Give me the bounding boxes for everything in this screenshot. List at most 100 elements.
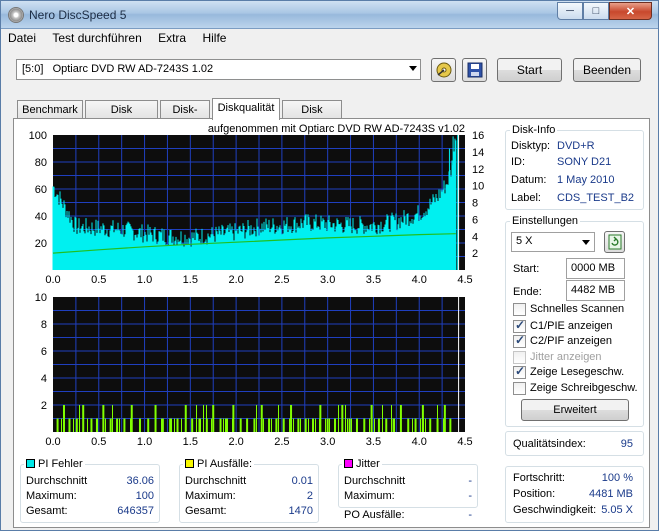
y2-tick-label: 2 [472, 248, 478, 260]
jitter-max-value: - [468, 490, 472, 502]
pi-failure-bar [282, 418, 285, 432]
checkbox-box [513, 364, 526, 379]
pi-failure-bar [75, 418, 78, 432]
y-tick-label: 40 [35, 211, 47, 223]
pi-failure-bar [312, 418, 315, 432]
advanced-button[interactable]: Erweitert [521, 399, 629, 421]
drive-info-button[interactable] [431, 58, 456, 82]
pi-failure-bar [443, 418, 444, 432]
disk-info-title: Disk-Info [510, 124, 558, 136]
speed-select[interactable]: 5 X [511, 232, 595, 252]
pi-failure-bar [369, 418, 370, 432]
menu-test[interactable]: Test durchführen [45, 29, 147, 45]
x-tick-label: 2.0 [228, 274, 243, 286]
start-button[interactable]: Start [497, 58, 562, 82]
pi-failure-bar [391, 405, 392, 432]
pi-failure-bar [105, 418, 106, 432]
pi-failure-bar [355, 418, 358, 432]
pi-errors-title: PI Fehler [24, 458, 85, 470]
pi-failure-bar [87, 418, 88, 432]
y-tick-label: 6 [41, 346, 47, 358]
pi-failure-bar [117, 418, 118, 432]
pi-errors-max-value: 100 [135, 490, 154, 502]
start-input[interactable]: 0000 MB [566, 258, 625, 279]
menu-extra[interactable]: Extra [151, 29, 192, 45]
settings-title: Einstellungen [510, 215, 581, 227]
checkbox-label: Zeige Lesegeschw. [530, 366, 625, 378]
chart-caption: aufgenommen mit Optiarc DVD RW AD-7243S … [208, 123, 465, 135]
tab-diskqualitaet[interactable]: Diskqualität [212, 98, 280, 120]
pi-failure-bar [289, 418, 290, 432]
floppy-icon [467, 62, 482, 78]
pi-failure-bar [61, 418, 62, 432]
minimize-button[interactable]: ─ [557, 2, 583, 20]
y-tick-label: 20 [35, 238, 47, 250]
menu-bar: Datei Test durchführen Extra Hilfe [1, 29, 658, 49]
x-tick-label: 2.5 [274, 436, 289, 448]
tab-disk-info[interactable]: Disk-Info [160, 100, 210, 134]
pi-failure-bar [269, 418, 270, 432]
y-tick-label: 2 [41, 400, 47, 412]
show-pif-checkbox[interactable]: C2/PIF anzeigen [513, 333, 638, 349]
pi-error-chart: 100 80 60 40 20 16 14 12 10 8 6 4 2 0.0 0.5 1.0 1.5 2.0 2.… [29, 130, 485, 286]
pi-failure-bar [297, 418, 300, 432]
show-read-speed-checkbox[interactable]: Zeige Lesegeschw. [513, 364, 638, 380]
end-input[interactable]: 4482 MB [566, 280, 625, 301]
progress-value: 100 % [601, 472, 633, 484]
refresh-speed-button[interactable] [604, 231, 625, 253]
pi-failure-bar [348, 418, 351, 432]
maximize-button[interactable]: □ [583, 2, 609, 20]
drive-select-value: [5:0] Optiarc DVD RW AD-7243S 1.02 [22, 63, 214, 75]
x-tick-label: 1.0 [137, 274, 152, 286]
pi-failure-bar [109, 418, 112, 432]
jitter-title-text: Jitter [356, 458, 380, 470]
tab-benchmark[interactable]: Benchmark [17, 100, 83, 119]
x-tick-label: 0.5 [91, 436, 106, 448]
pi-failure-bar [147, 418, 150, 432]
fast-scan-checkbox[interactable]: Schnelles Scannen [513, 303, 638, 317]
menu-hilfe[interactable]: Hilfe [195, 29, 232, 45]
start-label: Start: [513, 263, 540, 275]
checkbox-label: C1/PIE anzeigen [530, 320, 613, 332]
tab-disk-pruefen[interactable]: Disk prüfen [282, 100, 342, 134]
speed-label: Geschwindigkeit: [513, 504, 597, 516]
pi-failure-bar [278, 405, 279, 432]
pi-failure-bar [161, 418, 162, 432]
pi-failure-bar [293, 418, 294, 432]
pi-failure-bar [91, 418, 92, 432]
y-tick-label: 4 [41, 373, 47, 385]
pi-failures-avg-value: 0.01 [291, 475, 313, 487]
pi-failure-bar [345, 405, 346, 432]
x-tick-label: 4.0 [412, 274, 427, 286]
pi-failure-bar [363, 418, 366, 432]
show-write-speed-checkbox[interactable]: Zeige Schreibgeschw. [513, 382, 641, 396]
pi-failure-bar [308, 418, 309, 432]
y2-tick-label: 6 [472, 214, 478, 226]
po-failures-label: PO Ausfälle: [344, 509, 405, 521]
show-jitter-checkbox[interactable]: Jitter anzeigen [513, 351, 638, 365]
show-pie-checkbox[interactable]: C1/PIE anzeigen [513, 318, 638, 334]
pi-failure-bar [394, 418, 395, 432]
pi-failure-bar [171, 418, 172, 432]
pi-failure-bar [443, 405, 446, 432]
pi-failure-bar [83, 418, 84, 432]
menu-datei[interactable]: Datei [1, 29, 42, 45]
disk-date-label: Datum: [511, 174, 547, 186]
drive-select[interactable]: [5:0] Optiarc DVD RW AD-7243S 1.02 [16, 59, 421, 80]
app-window: Nero DiscSpeed 5 ─ □ ✕ Datei Test durchf… [0, 0, 659, 531]
jitter-title: Jitter [342, 458, 382, 470]
disk-label-label: Label: [511, 192, 541, 204]
jitter-max-label: Maximum: [344, 490, 395, 502]
save-button[interactable] [462, 58, 487, 82]
position-label: Position: [513, 488, 556, 500]
disc-icon [8, 7, 24, 23]
speed-select-value: 5 X [516, 235, 533, 247]
close-button[interactable]: ✕ [609, 2, 652, 20]
tab-disk-erstellen[interactable]: Disk erstellen [85, 100, 158, 134]
pi-failure-bar [400, 418, 401, 432]
pi-failure-bar [196, 405, 197, 432]
pi-failure-bar [212, 405, 215, 432]
pi-failure-bar [191, 418, 194, 432]
end-button[interactable]: Beenden [573, 58, 641, 82]
title-bar[interactable]: Nero DiscSpeed 5 ─ □ ✕ [1, 1, 658, 29]
